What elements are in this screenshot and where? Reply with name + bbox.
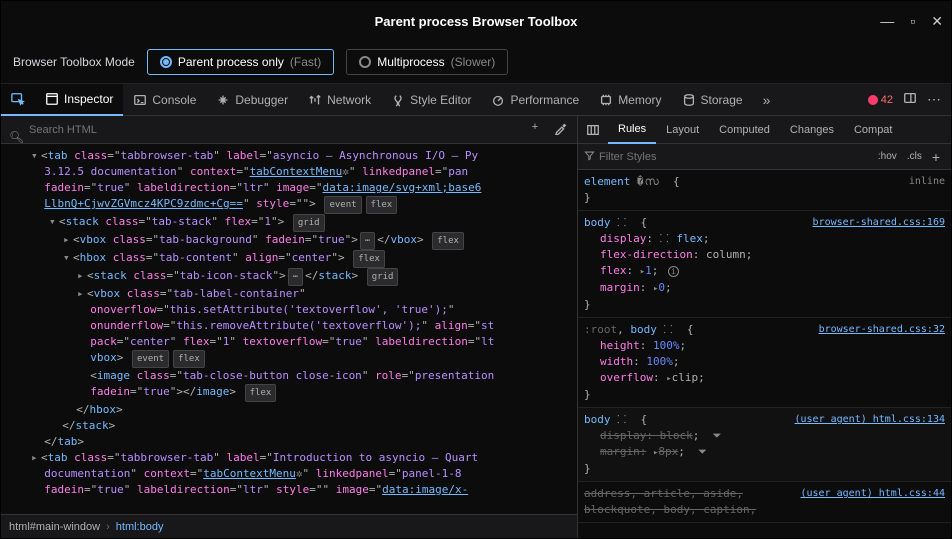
- tab-style-editor[interactable]: Style Editor: [381, 84, 481, 116]
- add-node-button[interactable]: +: [525, 121, 545, 138]
- crumb-html[interactable]: html#main-window: [9, 521, 100, 533]
- tab-storage[interactable]: Storage: [672, 84, 753, 116]
- tab-rules[interactable]: Rules: [608, 116, 656, 144]
- markup-panel: 🔍︎ + ▾<tab class="tabbrowser-tab" label=…: [1, 116, 578, 538]
- radio-icon: [359, 56, 371, 68]
- filter-styles-input[interactable]: [595, 151, 873, 163]
- pick-element-button[interactable]: [1, 84, 35, 116]
- tab-changes[interactable]: Changes: [780, 116, 844, 144]
- tab-performance[interactable]: Performance: [481, 84, 589, 116]
- filter-icon: [584, 150, 595, 164]
- tab-console[interactable]: Console: [123, 84, 206, 116]
- mode-bar: Browser Toolbox Mode Parent process only…: [1, 41, 951, 84]
- crumb-body[interactable]: html:body: [116, 521, 164, 533]
- cls-toggle[interactable]: .cls: [902, 151, 927, 162]
- mode-label: Browser Toolbox Mode: [13, 55, 135, 69]
- rules-panel: Rules Layout Computed Changes Compat :ho…: [578, 116, 951, 538]
- maximize-button[interactable]: ▫: [910, 13, 915, 30]
- search-icon: 🔍︎: [9, 130, 24, 144]
- tab-network[interactable]: Network: [298, 84, 381, 116]
- add-rule-button[interactable]: +: [927, 149, 945, 165]
- meatball-menu-button[interactable]: ⋯: [927, 91, 941, 108]
- error-icon: [868, 95, 878, 105]
- tab-layout[interactable]: Layout: [656, 116, 709, 144]
- more-tools-button[interactable]: »: [753, 84, 781, 116]
- mode-multiprocess[interactable]: Multiprocess (Slower): [346, 49, 508, 75]
- toggle-3pane-button[interactable]: [578, 116, 608, 144]
- tab-inspector[interactable]: Inspector: [35, 84, 123, 116]
- tab-computed[interactable]: Computed: [709, 116, 780, 144]
- error-count-badge[interactable]: 42: [868, 94, 893, 106]
- hov-toggle[interactable]: :hov: [873, 151, 902, 162]
- dom-tree[interactable]: ▾<tab class="tabbrowser-tab" label="asyn…: [1, 144, 577, 514]
- minimize-button[interactable]: —: [880, 13, 894, 30]
- window-title: Parent process Browser Toolbox: [375, 14, 578, 29]
- eyedropper-button[interactable]: [551, 121, 571, 138]
- chevron-right-icon: ›: [106, 521, 110, 533]
- tab-debugger[interactable]: Debugger: [206, 84, 298, 116]
- close-button[interactable]: ✕: [931, 13, 943, 30]
- dock-button[interactable]: [903, 91, 917, 108]
- titlebar: Parent process Browser Toolbox — ▫ ✕: [1, 1, 951, 41]
- tab-compat[interactable]: Compat: [844, 116, 903, 144]
- tab-memory[interactable]: Memory: [589, 84, 671, 116]
- devtools-toolbar: Inspector Console Debugger Network Style…: [1, 84, 951, 116]
- search-html-input[interactable]: [1, 124, 179, 136]
- mode-parent-process[interactable]: Parent process only (Fast): [147, 49, 334, 75]
- breadcrumb[interactable]: html#main-window › html:body: [1, 514, 577, 538]
- radio-icon: [160, 56, 172, 68]
